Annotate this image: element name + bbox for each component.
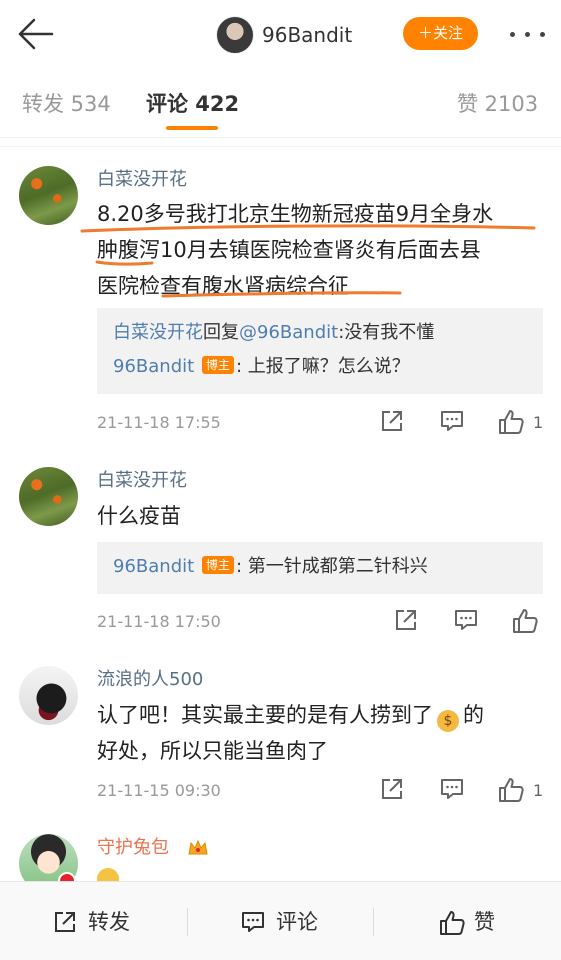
comment-time: 21-11-18 17:50 bbox=[97, 612, 221, 631]
like-label: 赞 bbox=[474, 910, 495, 934]
reply-line: 96Bandit 博主: 第一针成都第二针科兴 bbox=[113, 550, 527, 584]
like-icon[interactable] bbox=[511, 607, 541, 637]
comment-text-part: 认了吧！其实最主要的是有人捞到了 bbox=[97, 703, 433, 727]
share-icon[interactable] bbox=[393, 607, 423, 637]
reply-line: 96Bandit 博主: 上报了嘛？怎么说？ bbox=[113, 350, 527, 384]
divider bbox=[373, 908, 374, 936]
comment-text-part: 的 bbox=[463, 703, 484, 727]
commenter-avatar[interactable] bbox=[19, 467, 78, 526]
emoji-icon bbox=[97, 868, 119, 882]
share-icon[interactable] bbox=[379, 408, 409, 438]
comment-time: 21-11-18 17:55 bbox=[97, 413, 221, 432]
like-count: 1 bbox=[533, 413, 544, 432]
comment-text-line: 好处，所以只能当鱼肉了 bbox=[97, 739, 328, 763]
comment-text-line: 什么疫苗 bbox=[97, 504, 181, 528]
comment-text-line: 认了吧！其实最主要的是有人捞到了 $ 的 bbox=[97, 697, 537, 733]
comment-icon bbox=[242, 912, 264, 932]
bottom-action-bar: 转发 评论 赞 bbox=[0, 881, 561, 960]
reply-text: : 上报了嘛？怎么说？ bbox=[235, 356, 410, 377]
comment-icon[interactable] bbox=[439, 776, 469, 806]
like-count: 1 bbox=[533, 781, 544, 800]
comment-label: 评论 bbox=[276, 910, 318, 934]
reply-box[interactable]: 白菜没开花回复@96Bandit:没有我不懂 96Bandit 博主: 上报了嘛… bbox=[97, 308, 543, 394]
reply-author[interactable]: 96Bandit bbox=[113, 556, 194, 577]
like-icon[interactable] bbox=[497, 408, 527, 438]
reply-text: : 第一针成都第二针科兴 bbox=[235, 556, 428, 577]
commenter-name[interactable]: 白菜没开花 bbox=[97, 469, 187, 493]
commenter-name[interactable]: 守护兔包 bbox=[97, 836, 169, 860]
reply-label: 回复 bbox=[203, 322, 239, 343]
comment-icon[interactable] bbox=[439, 408, 469, 438]
like-icon[interactable] bbox=[497, 776, 527, 806]
commenter-name[interactable]: 流浪的人500 bbox=[97, 668, 203, 692]
author-badge: 博主 bbox=[201, 356, 234, 374]
reply-author[interactable]: 白菜没开花 bbox=[113, 322, 203, 343]
divider bbox=[187, 908, 188, 936]
comment-meta: 21-11-15 09:30 1 bbox=[97, 776, 545, 806]
like-icon bbox=[440, 911, 465, 935]
reply-line: 白菜没开花回复@96Bandit:没有我不懂 bbox=[113, 316, 527, 350]
repost-label: 转发 bbox=[88, 910, 130, 934]
crown-icon bbox=[186, 836, 210, 860]
share-icon[interactable] bbox=[379, 776, 409, 806]
comment-meta: 21-11-18 17:55 1 bbox=[97, 408, 545, 438]
author-badge: 博主 bbox=[201, 556, 234, 574]
comment-text: 什么疫苗 bbox=[97, 498, 537, 534]
reply-box[interactable]: 96Bandit 博主: 第一针成都第二针科兴 bbox=[97, 542, 543, 594]
comment-text: 认了吧！其实最主要的是有人捞到了 $ 的 好处，所以只能当鱼肉了 bbox=[97, 697, 537, 769]
comment-time: 21-11-15 09:30 bbox=[97, 781, 221, 800]
reply-author[interactable]: 96Bandit bbox=[113, 356, 194, 377]
comment-icon[interactable] bbox=[453, 607, 483, 637]
underline-annotation bbox=[80, 224, 536, 298]
money-bag-icon: $ bbox=[437, 710, 459, 732]
reply-text: :没有我不懂 bbox=[338, 322, 435, 343]
comment-meta: 21-11-18 17:50 bbox=[97, 607, 545, 637]
commenter-avatar[interactable] bbox=[19, 666, 78, 725]
repost-icon bbox=[55, 912, 75, 932]
mention-link[interactable]: @96Bandit bbox=[239, 322, 338, 343]
